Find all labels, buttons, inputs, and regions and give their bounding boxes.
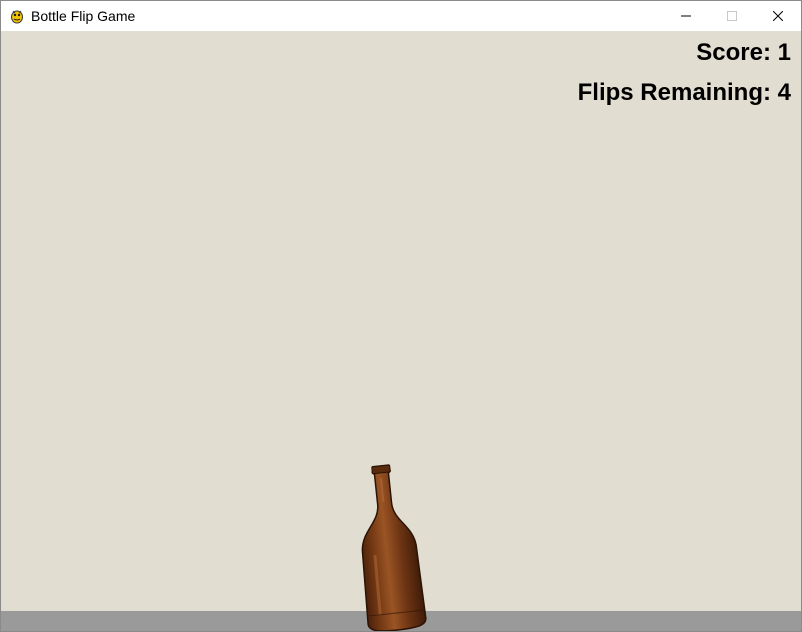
window-title: Bottle Flip Game — [31, 8, 136, 24]
maximize-button[interactable] — [709, 1, 755, 31]
minimize-button[interactable] — [663, 1, 709, 31]
flips-remaining-label: Flips Remaining: 4 — [577, 79, 791, 106]
maximize-icon — [727, 11, 737, 21]
window-controls — [663, 1, 801, 31]
minimize-icon — [681, 15, 691, 17]
game-window: Bottle Flip Game Score: 1 Flips Remainin… — [0, 0, 802, 632]
bottle-sprite[interactable] — [346, 460, 433, 631]
score-label: Score: 1 — [696, 39, 791, 66]
title-bar[interactable]: Bottle Flip Game — [1, 1, 801, 31]
close-button[interactable] — [755, 1, 801, 31]
pygame-snake-icon — [9, 8, 25, 24]
close-icon — [773, 11, 783, 21]
game-canvas[interactable]: Score: 1 Flips Remaining: 4 — [1, 31, 801, 631]
